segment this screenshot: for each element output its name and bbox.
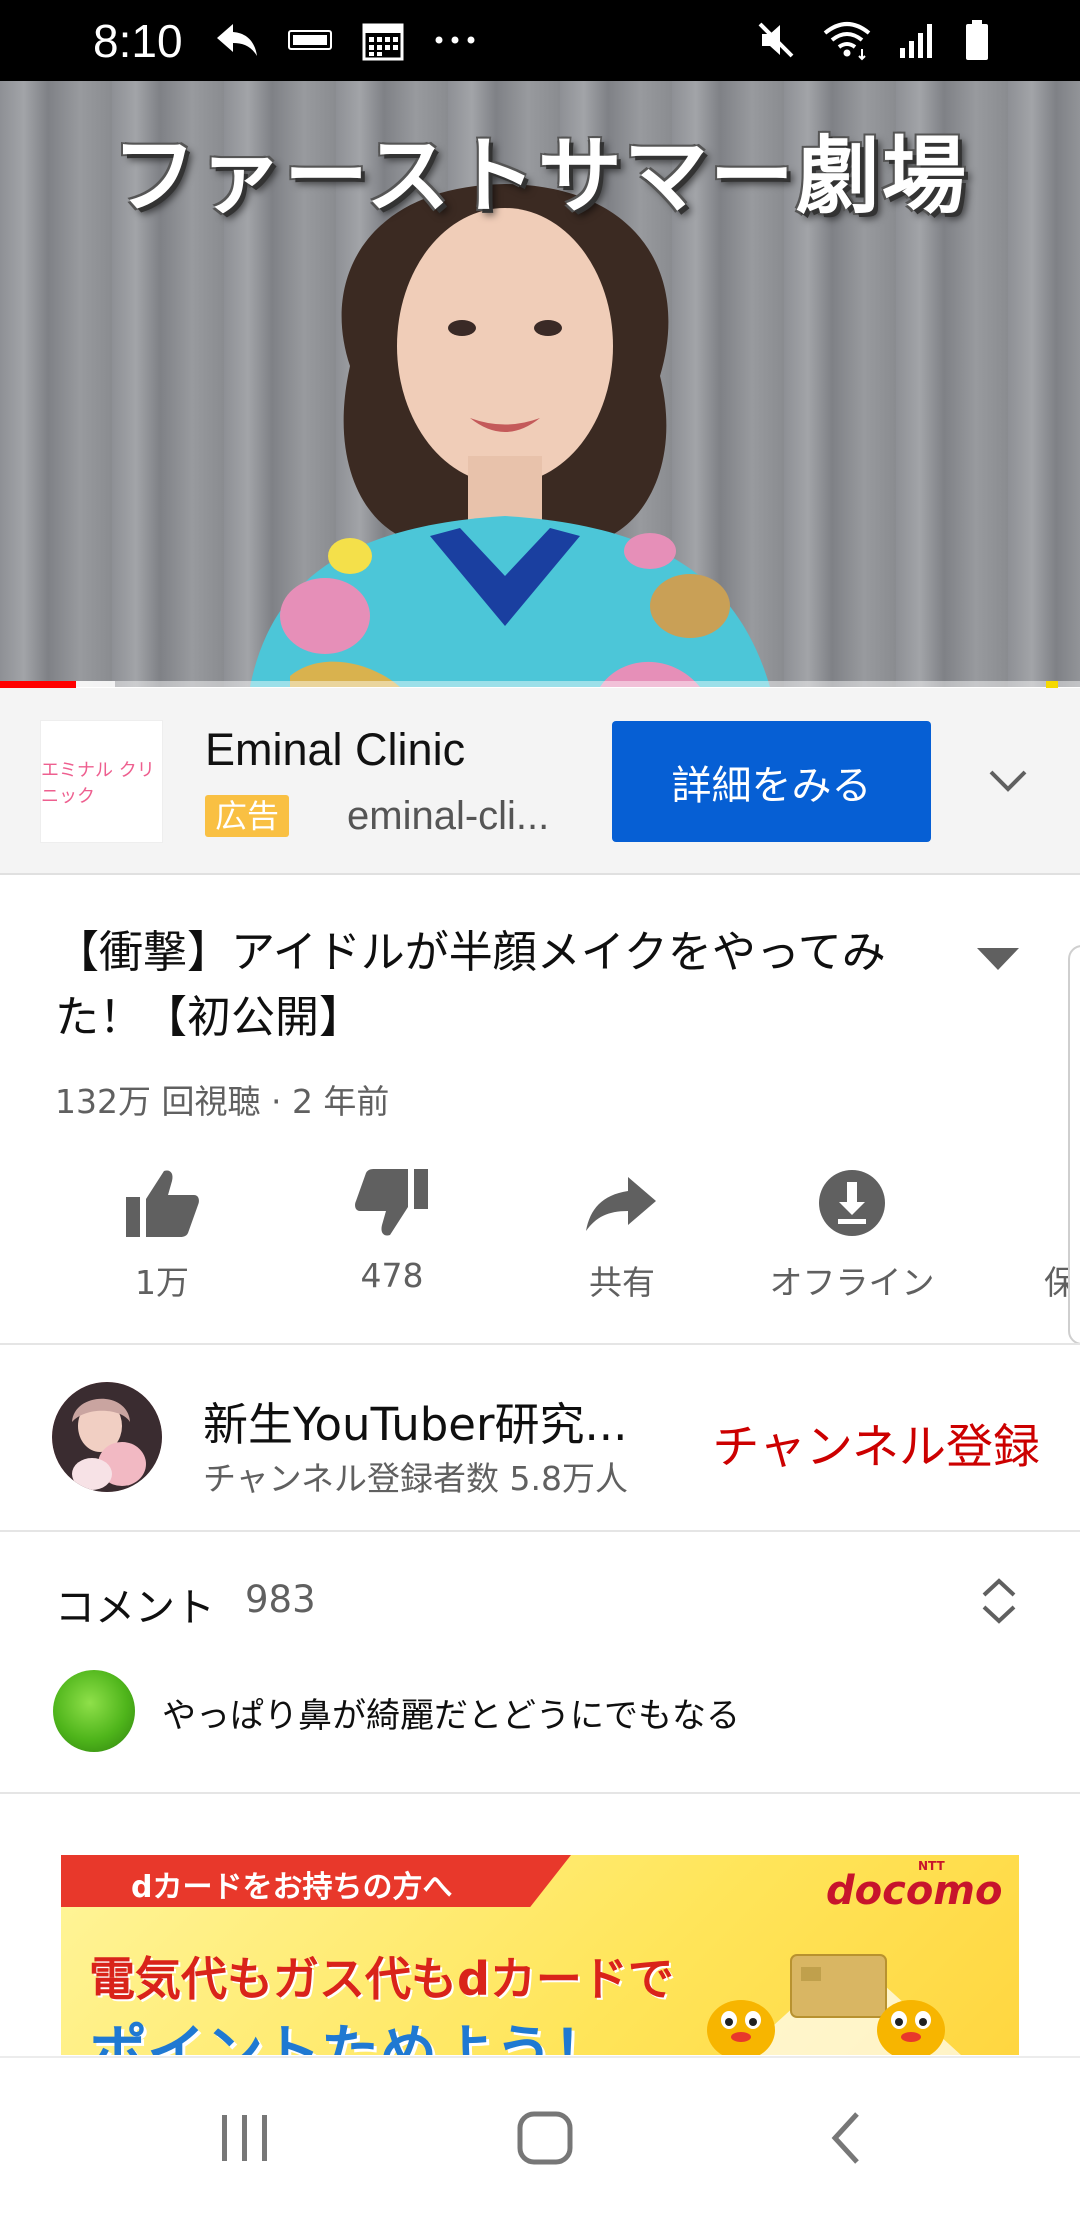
side-panel-handle[interactable] <box>1068 945 1080 1345</box>
status-right-icons <box>756 18 990 62</box>
video-player[interactable]: ファーストサマー劇場 <box>0 81 1080 687</box>
ad-logo[interactable]: エミナル クリニック <box>40 720 163 843</box>
channel-name[interactable]: 新生YouTuber研究... <box>203 1388 653 1453</box>
ad-expand-button[interactable] <box>985 758 1031 804</box>
banner-ribbon: dカードをお持ちの方へ <box>61 1855 571 1907</box>
ad-advertiser-name[interactable]: Eminal Clinic <box>205 724 465 776</box>
status-time: 8:10 <box>93 15 183 67</box>
channel-avatar[interactable] <box>52 1382 162 1492</box>
video-frame-person <box>250 184 770 687</box>
calendar-icon <box>362 23 404 61</box>
video-meta: 132万 回視聴 · 2 年前 <box>55 1082 390 1121</box>
ad-companion-row: エミナル クリニック Eminal Clinic 広告 eminal-cli..… <box>0 688 1080 875</box>
video-progress-track[interactable] <box>0 681 1080 688</box>
more-dots-icon <box>435 36 475 44</box>
channel-avatar-image <box>52 1382 162 1492</box>
share-icon <box>586 1177 656 1231</box>
triangle-down-icon <box>977 948 1019 970</box>
back-button[interactable] <box>800 2098 890 2178</box>
thumbs-down-icon <box>355 1169 428 1236</box>
comments-expand-button[interactable] <box>978 1575 1020 1627</box>
battery-icon <box>966 20 988 60</box>
download-icon <box>819 1170 885 1236</box>
ad-domain[interactable]: eminal-cli... <box>347 794 567 839</box>
save-button[interactable]: 保 <box>980 1160 1080 1310</box>
status-bar: 8:10 <box>0 0 1080 81</box>
banner-mascot-image <box>707 1954 961 2055</box>
banner-ribbon-text: dカードをお持ちの方へ <box>131 1870 453 1905</box>
commenter-avatar[interactable] <box>53 1670 135 1752</box>
unfold-icon <box>982 1578 1016 1624</box>
home-icon <box>517 2111 573 2165</box>
share-button[interactable]: 共有 <box>522 1160 722 1310</box>
ad-marker <box>1046 681 1058 688</box>
subscribe-button[interactable]: チャンネル登録 <box>700 1407 1040 1477</box>
ad-cta-button[interactable]: 詳細をみる <box>612 721 931 842</box>
back-icon <box>831 2112 859 2164</box>
reply-icon <box>217 24 257 56</box>
comments-label[interactable]: コメント <box>55 1575 215 1633</box>
like-count: 1万 <box>135 1263 189 1302</box>
recents-icon <box>222 2115 267 2161</box>
channel-subscriber-count: チャンネル登録者数 5.8万人 <box>203 1459 628 1498</box>
banner-headline: 電気代もガス代もdカードで <box>89 1952 674 2006</box>
save-label: 保 <box>1044 1263 1077 1302</box>
sports-app-icon <box>288 30 332 50</box>
action-bar: 1万 478 共有 オフライン 保 <box>0 1160 1080 1310</box>
download-label: オフライン <box>769 1263 935 1302</box>
top-comment-text[interactable]: やっぱり鼻が綺麗だとどうにでもなる <box>162 1688 740 1737</box>
share-label: 共有 <box>589 1263 655 1302</box>
banner-brand-logo: docomo <box>826 1868 1003 1914</box>
video-progress-played <box>0 681 76 688</box>
video-title[interactable]: 【衝撃】アイドルが半顔メイクをやってみた！【初公開】 <box>55 920 935 1050</box>
download-button[interactable]: オフライン <box>752 1160 952 1310</box>
thumbs-up-icon <box>126 1170 199 1237</box>
home-button[interactable] <box>500 2098 590 2178</box>
signal-icon <box>900 24 932 58</box>
ad-logo-text: エミナル クリニック <box>41 759 155 807</box>
dislike-count: 478 <box>360 1256 424 1295</box>
divider <box>0 1530 1080 1532</box>
chevron-down-icon <box>989 770 1027 792</box>
video-overlay-title: ファーストサマー劇場 <box>112 127 968 225</box>
status-left-icons <box>215 18 477 62</box>
system-nav-bar <box>0 2056 1080 2220</box>
like-button[interactable]: 1万 <box>62 1160 262 1310</box>
banner-subheadline: ポイントためよう！ <box>89 2018 612 2055</box>
wifi-icon <box>823 22 871 61</box>
divider <box>0 1343 1080 1345</box>
recents-button[interactable] <box>200 2098 290 2178</box>
expand-description-button[interactable] <box>973 940 1023 980</box>
ad-badge: 広告 <box>205 795 290 837</box>
comments-count: 983 <box>245 1578 316 1621</box>
divider <box>0 1792 1080 1794</box>
dislike-button[interactable]: 478 <box>292 1160 492 1310</box>
mute-icon <box>758 22 794 58</box>
banner-ad[interactable]: dカードをお持ちの方へ NTT docomo 電気代もガス代もdカードで ポイン… <box>61 1855 1019 2055</box>
